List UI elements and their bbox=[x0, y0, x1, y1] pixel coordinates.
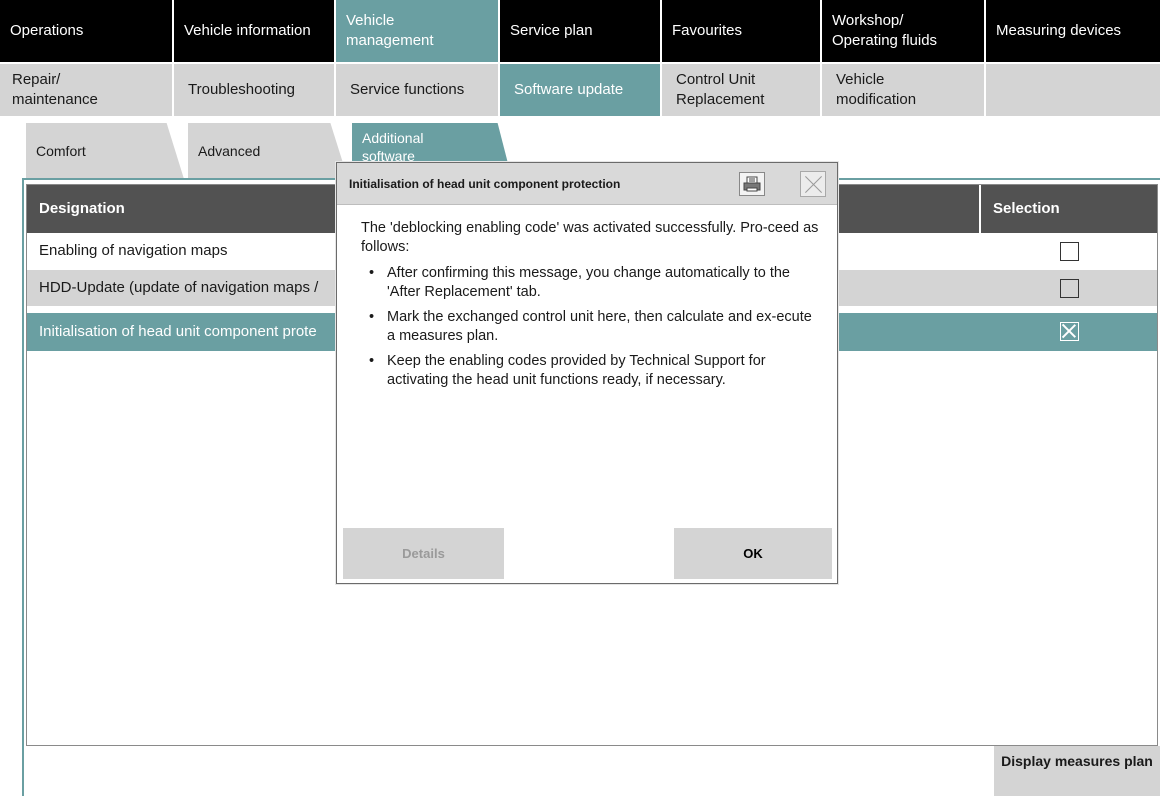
close-icon[interactable] bbox=[800, 171, 826, 197]
measures-label: Display measures plan bbox=[1001, 753, 1153, 769]
nav-tab-operations[interactable]: Operations bbox=[0, 0, 172, 62]
subnav-tab-label: Service functions bbox=[350, 81, 465, 98]
main-navigation: Operations Vehicle information Vehicle m… bbox=[0, 0, 1160, 62]
row-designation: HDD-Update (update of navigation maps / bbox=[39, 279, 319, 296]
row-designation: Enabling of navigation maps bbox=[39, 242, 228, 259]
selection-checkbox[interactable] bbox=[1060, 279, 1079, 298]
tab-label: Additional software bbox=[362, 130, 424, 164]
details-label: Details bbox=[402, 546, 445, 561]
display-measures-plan-button[interactable]: Display measures plan bbox=[994, 746, 1160, 796]
nav-tab-label: Service plan bbox=[510, 22, 593, 39]
subnav-tab-troubleshooting[interactable]: Troubleshooting bbox=[174, 64, 334, 116]
tab-advanced[interactable]: Advanced bbox=[188, 123, 348, 179]
subnav-tab-service-functions[interactable]: Service functions bbox=[336, 64, 498, 116]
list-item: Mark the exchanged control unit here, th… bbox=[361, 308, 821, 346]
nav-tab-label: Favourites bbox=[672, 22, 743, 39]
nav-tab-label: Workshop/ Operating fluids bbox=[832, 12, 938, 49]
selection-checkbox-checked[interactable] bbox=[1060, 322, 1079, 341]
column-header-designation[interactable]: Designation bbox=[39, 185, 125, 233]
nav-tab-vehicle-information[interactable]: Vehicle information bbox=[174, 0, 334, 62]
subnav-tab-repair-maintenance[interactable]: Repair/ maintenance bbox=[0, 64, 172, 116]
print-icon[interactable] bbox=[739, 172, 765, 196]
tab-label: Comfort bbox=[36, 143, 86, 159]
column-header-selection[interactable]: Selection bbox=[979, 185, 1157, 233]
nav-tab-favourites[interactable]: Favourites bbox=[662, 0, 820, 62]
subnav-tab-empty bbox=[986, 64, 1160, 116]
instruction-list: After confirming this message, you chang… bbox=[361, 264, 821, 390]
nav-tab-label: Vehicle information bbox=[184, 22, 311, 39]
tab-comfort[interactable]: Comfort bbox=[26, 123, 184, 179]
sub-navigation: Repair/ maintenance Troubleshooting Serv… bbox=[0, 64, 1160, 116]
selection-checkbox[interactable] bbox=[1060, 242, 1079, 261]
subnav-tab-label: Software update bbox=[514, 81, 624, 98]
nav-tab-service-plan[interactable]: Service plan bbox=[500, 0, 660, 62]
dialog-message: The 'deblocking enabling code' was activ… bbox=[361, 219, 821, 396]
list-item: After confirming this message, you chang… bbox=[361, 264, 821, 302]
nav-tab-label: Operations bbox=[10, 22, 84, 39]
nav-tab-label: Vehicle management bbox=[346, 12, 434, 49]
subnav-tab-label: Control Unit Replacement bbox=[676, 71, 765, 108]
list-item: Keep the enabling codes provided by Tech… bbox=[361, 352, 821, 390]
details-button[interactable]: Details bbox=[343, 528, 504, 579]
subnav-tab-label: Vehicle modification bbox=[836, 71, 917, 108]
ok-button[interactable]: OK bbox=[674, 528, 832, 579]
ok-label: OK bbox=[743, 546, 763, 561]
subnav-tab-control-unit-replacement[interactable]: Control Unit Replacement bbox=[662, 64, 820, 116]
subnav-tab-label: Repair/ maintenance bbox=[12, 71, 98, 108]
nav-tab-workshop-operating-fluids[interactable]: Workshop/ Operating fluids bbox=[822, 0, 984, 62]
dialog: Initialisation of head unit component pr… bbox=[336, 162, 838, 584]
subnav-tab-software-update[interactable]: Software update bbox=[500, 64, 660, 116]
tab-label: Advanced bbox=[198, 143, 261, 159]
dialog-title: Initialisation of head unit component pr… bbox=[349, 177, 621, 191]
subnav-tab-label: Troubleshooting bbox=[188, 81, 296, 98]
nav-tab-measuring-devices[interactable]: Measuring devices bbox=[986, 0, 1160, 62]
dialog-intro: The 'deblocking enabling code' was activ… bbox=[361, 220, 819, 255]
nav-tab-vehicle-management[interactable]: Vehicle management bbox=[336, 0, 498, 62]
subnav-tab-vehicle-modification[interactable]: Vehicle modification bbox=[822, 64, 984, 116]
dialog-title-bar: Initialisation of head unit component pr… bbox=[337, 163, 837, 205]
row-designation: Initialisation of head unit component pr… bbox=[39, 323, 317, 340]
nav-tab-label: Measuring devices bbox=[996, 22, 1122, 39]
